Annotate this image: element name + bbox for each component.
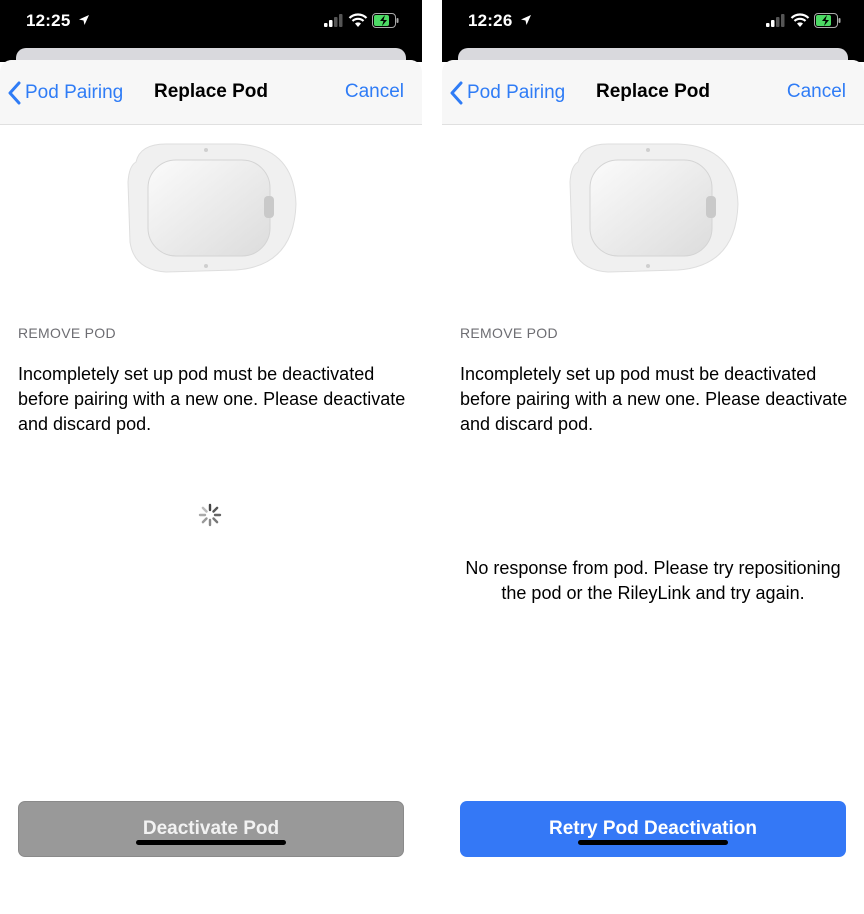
location-arrow-icon xyxy=(521,15,531,25)
loading-spinner-icon xyxy=(198,503,222,527)
modal-sheet: Pod Pairing Replace Pod Cancel REMOVE PO… xyxy=(0,60,422,914)
screen-deactivating: 12:25 Pod Pairing Replace Pod Cancel REM… xyxy=(0,0,422,914)
wifi-icon xyxy=(348,13,368,27)
pod-image xyxy=(569,143,739,273)
retry-pod-deactivation-button[interactable]: Retry Pod Deactivation xyxy=(460,801,846,857)
deactivate-pod-button[interactable]: Deactivate Pod xyxy=(18,801,404,857)
pod-image xyxy=(127,143,297,273)
section-header: REMOVE POD xyxy=(460,325,558,341)
wifi-icon xyxy=(790,13,810,27)
home-indicator xyxy=(136,840,286,845)
instructions-text: Incompletely set up pod must be deactiva… xyxy=(18,364,406,434)
battery-charging-icon xyxy=(372,13,399,28)
location-arrow-icon xyxy=(79,15,89,25)
battery-charging-icon xyxy=(814,13,841,28)
cancel-button[interactable]: Cancel xyxy=(345,81,404,103)
instructions-text: Incompletely set up pod must be deactiva… xyxy=(460,364,848,434)
modal-sheet: Pod Pairing Replace Pod Cancel REMOVE PO… xyxy=(442,60,864,914)
section-header: REMOVE POD xyxy=(18,325,116,341)
cellular-signal-icon xyxy=(766,14,785,27)
home-indicator xyxy=(578,840,728,845)
navigation-bar: Pod Pairing Replace Pod Cancel xyxy=(442,60,864,125)
cellular-signal-icon xyxy=(324,14,343,27)
navigation-bar: Pod Pairing Replace Pod Cancel xyxy=(0,60,422,125)
screen-deactivation-failed: 12:26 Pod Pairing Replace Pod Cancel REM… xyxy=(442,0,864,914)
status-time: 12:26 xyxy=(468,11,513,30)
cancel-button[interactable]: Cancel xyxy=(787,81,846,103)
error-message: No response from pod. Please try reposit… xyxy=(465,558,841,603)
status-time: 12:25 xyxy=(26,11,71,30)
